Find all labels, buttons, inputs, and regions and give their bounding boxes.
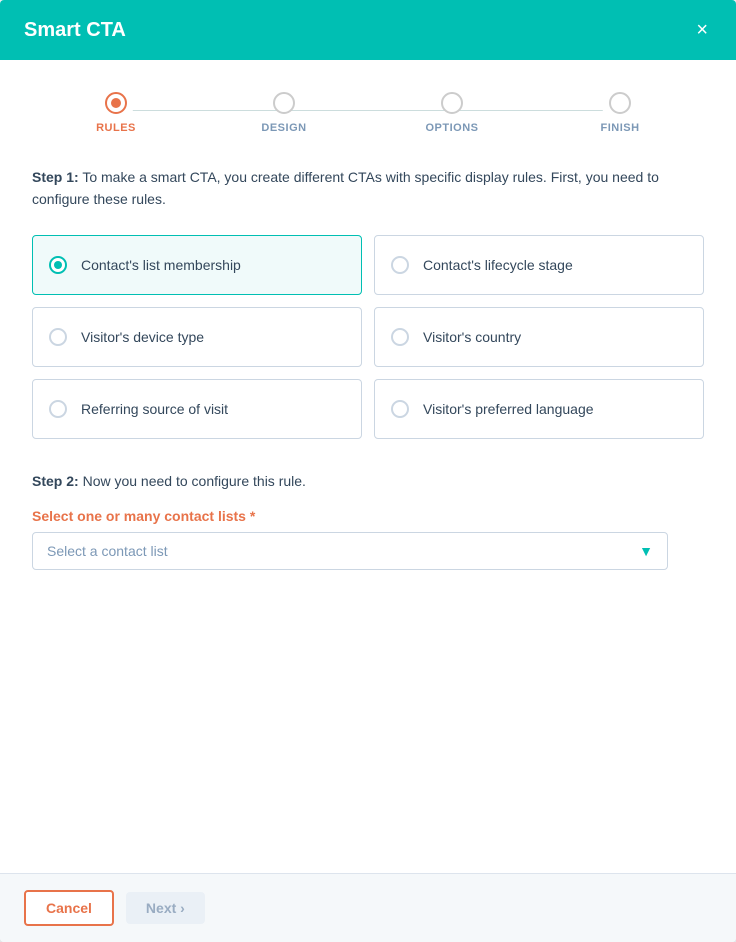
stepper: RULES DESIGN OPTIONS FINISH — [32, 92, 704, 134]
step-rules: RULES — [32, 92, 200, 134]
option-label-referring-source: Referring source of visit — [81, 401, 228, 417]
cancel-button[interactable]: Cancel — [24, 890, 114, 926]
close-button[interactable]: × — [692, 16, 712, 44]
step-design: DESIGN — [200, 92, 368, 134]
smart-cta-modal: Smart CTA × RULES DESIGN OPTIONS FINISH — [0, 0, 736, 942]
step-label-rules: RULES — [96, 122, 136, 134]
radio-preferred-language — [391, 400, 409, 418]
radio-referring-source — [49, 400, 67, 418]
option-label-lifecycle-stage: Contact's lifecycle stage — [423, 257, 573, 273]
option-referring-source[interactable]: Referring source of visit — [32, 379, 362, 439]
dropdown-arrow-icon: ▼ — [639, 543, 653, 559]
option-label-device-type: Visitor's device type — [81, 329, 204, 345]
modal-header: Smart CTA × — [0, 0, 736, 60]
dropdown-placeholder: Select a contact list — [47, 543, 168, 559]
step2-text: Now you need to configure this rule. — [79, 473, 306, 489]
modal-body: RULES DESIGN OPTIONS FINISH Step 1: To m… — [0, 60, 736, 873]
option-lifecycle-stage[interactable]: Contact's lifecycle stage — [374, 235, 704, 295]
step-label-finish: FINISH — [600, 122, 639, 134]
step1-bold: Step 1: — [32, 169, 79, 185]
step-circle-options — [441, 92, 463, 114]
step-options: OPTIONS — [368, 92, 536, 134]
next-button[interactable]: Next › — [126, 892, 205, 924]
radio-lifecycle-stage — [391, 256, 409, 274]
contact-list-field-label: Select one or many contact lists * — [32, 508, 704, 524]
step-circle-finish — [609, 92, 631, 114]
option-grid: Contact's list membership Contact's life… — [32, 235, 704, 439]
step-label-options: OPTIONS — [425, 122, 478, 134]
step-circle-rules — [105, 92, 127, 114]
step2-bold: Step 2: — [32, 473, 79, 489]
modal-footer: Cancel Next › — [0, 873, 736, 942]
option-list-membership[interactable]: Contact's list membership — [32, 235, 362, 295]
option-preferred-language[interactable]: Visitor's preferred language — [374, 379, 704, 439]
step-label-design: DESIGN — [261, 122, 306, 134]
option-label-country: Visitor's country — [423, 329, 521, 345]
radio-device-type — [49, 328, 67, 346]
option-label-list-membership: Contact's list membership — [81, 257, 241, 273]
radio-list-membership — [49, 256, 67, 274]
field-label-text: Select one or many contact lists — [32, 508, 246, 524]
modal-title: Smart CTA — [24, 19, 126, 42]
option-label-preferred-language: Visitor's preferred language — [423, 401, 594, 417]
required-marker: * — [246, 508, 255, 524]
step-finish: FINISH — [536, 92, 704, 134]
step1-text: To make a smart CTA, you create differen… — [32, 169, 659, 207]
option-country[interactable]: Visitor's country — [374, 307, 704, 367]
radio-country — [391, 328, 409, 346]
step2-description: Step 2: Now you need to configure this r… — [32, 471, 704, 492]
option-device-type[interactable]: Visitor's device type — [32, 307, 362, 367]
step1-description: Step 1: To make a smart CTA, you create … — [32, 166, 704, 211]
contact-list-dropdown[interactable]: Select a contact list ▼ — [32, 532, 668, 570]
step-circle-design — [273, 92, 295, 114]
